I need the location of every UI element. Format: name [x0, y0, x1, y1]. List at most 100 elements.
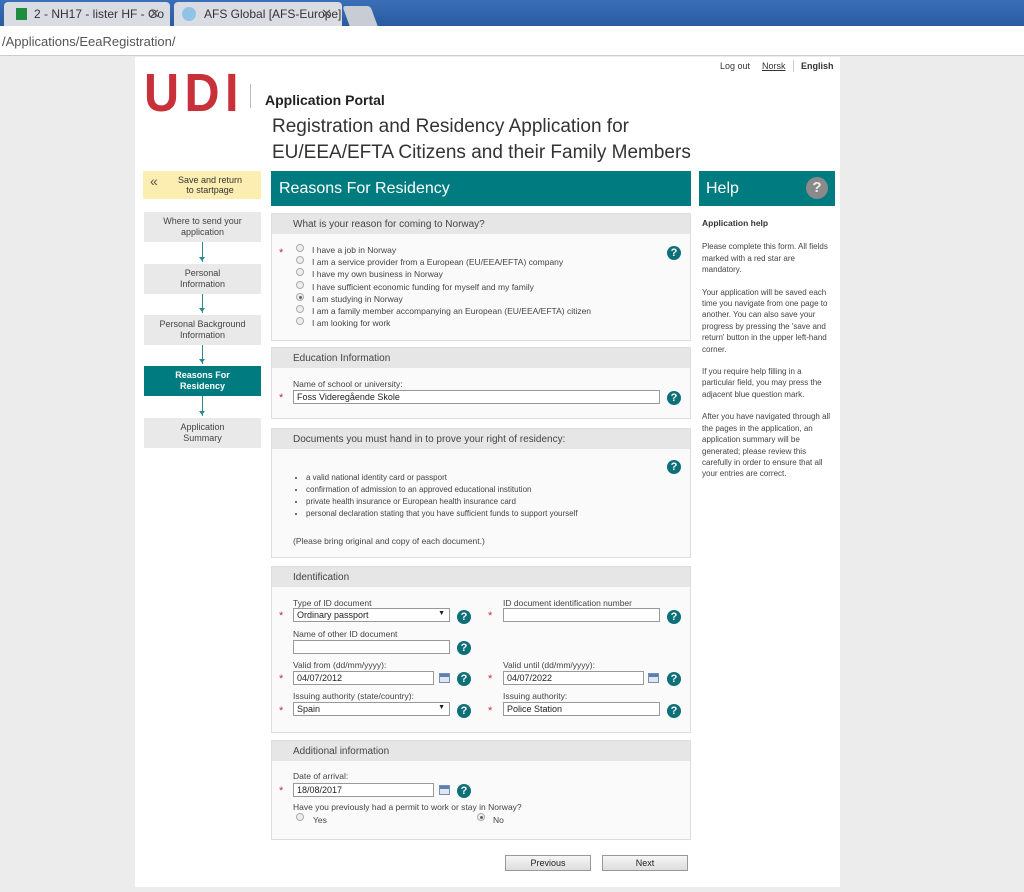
- other-id-input[interactable]: [293, 640, 450, 654]
- close-icon[interactable]: ✕: [149, 6, 160, 22]
- help-question-icon[interactable]: ?: [667, 246, 681, 260]
- arrow-down-icon: [199, 345, 205, 364]
- help-paragraph: Please complete this form. All fields ma…: [702, 242, 828, 275]
- no-radio[interactable]: [477, 813, 485, 821]
- title-line: EU/EEA/EFTA Citizens and their Family Me…: [272, 142, 691, 163]
- save-label: Save and return: [177, 175, 243, 185]
- help-question-icon[interactable]: ?: [667, 610, 681, 624]
- nav-step[interactable]: Personal Information: [144, 264, 261, 294]
- norsk-link[interactable]: Norsk: [762, 61, 786, 71]
- documents-section: Documents you must hand in to prove your…: [271, 428, 691, 558]
- browser-tab[interactable]: 2 - NH17 - lister HF - Go ✕: [4, 2, 170, 26]
- save-label: to startpage: [186, 185, 234, 195]
- field-label: Issuing authority (state/country):: [293, 691, 414, 701]
- id-number-input[interactable]: [503, 608, 660, 622]
- portal-title: Application Portal: [265, 92, 385, 108]
- identification-section: Identification Type of ID document * Ord…: [271, 566, 691, 733]
- issuing-authority-input[interactable]: Police Station: [503, 702, 660, 716]
- nav-step[interactable]: Reasons For Residency: [144, 366, 261, 396]
- help-paragraph: After you have navigated through all the…: [702, 412, 831, 479]
- section-heading: Identification: [272, 567, 690, 587]
- education-section: Education Information Name of school or …: [271, 347, 691, 419]
- logout-link[interactable]: Log out: [720, 61, 750, 71]
- save-and-return-button[interactable]: « Save and return to startpage: [143, 171, 261, 199]
- previous-button[interactable]: Previous: [505, 855, 591, 871]
- field-label: Date of arrival:: [293, 771, 349, 781]
- reason-label: I have sufficient economic funding for m…: [312, 281, 534, 292]
- valid-until-input[interactable]: 04/07/2022: [503, 671, 644, 685]
- help-question-icon[interactable]: ?: [457, 641, 471, 655]
- reason-radio[interactable]: [296, 256, 304, 265]
- id-type-select[interactable]: Ordinary passport: [293, 608, 450, 622]
- calendar-icon[interactable]: [439, 673, 450, 683]
- address-bar[interactable]: /Applications/EeaRegistration/: [0, 26, 1024, 56]
- field-label: Issuing authority:: [503, 691, 568, 701]
- valid-from-input[interactable]: 04/07/2012: [293, 671, 434, 685]
- help-question-icon[interactable]: ?: [667, 460, 681, 474]
- help-question-icon[interactable]: ?: [457, 610, 471, 624]
- browser-tab-bar: 2 - NH17 - lister HF - Go ✕ AFS Global [A…: [0, 0, 1024, 26]
- calendar-icon[interactable]: [439, 785, 450, 795]
- help-question-icon[interactable]: ?: [457, 704, 471, 718]
- yes-radio[interactable]: [296, 813, 304, 821]
- close-icon[interactable]: ✕: [321, 6, 332, 22]
- help-header: Help?: [699, 171, 835, 206]
- section-heading: Additional information: [272, 741, 690, 761]
- help-question-icon[interactable]: ?: [667, 391, 681, 405]
- field-label: Valid from (dd/mm/yyyy):: [293, 660, 387, 670]
- reason-label: I am a service provider from a European …: [312, 257, 564, 268]
- english-link[interactable]: English: [801, 61, 834, 71]
- required-star-icon: *: [488, 610, 493, 622]
- reason-label: I am a family member accompanying an Eur…: [312, 306, 592, 316]
- help-question-icon[interactable]: ?: [457, 784, 471, 798]
- reason-radio[interactable]: [296, 280, 304, 289]
- help-heading: Application help: [702, 218, 769, 228]
- reason-radio[interactable]: [296, 305, 304, 313]
- section-heading: Documents you must hand in to prove your…: [272, 429, 690, 449]
- arrow-down-icon: [199, 396, 205, 416]
- udi-logo[interactable]: UDI: [144, 62, 244, 124]
- nav-step[interactable]: Personal Background Information: [144, 315, 261, 345]
- new-tab-button[interactable]: [342, 6, 378, 26]
- browser-tab[interactable]: AFS Global [AFS-Europe] ✕: [174, 2, 342, 26]
- reason-radio[interactable]: [296, 317, 304, 326]
- page-title: Registration and Residency Application f…: [272, 114, 691, 166]
- globe-icon: [182, 7, 196, 21]
- question-icon[interactable]: ?: [806, 177, 828, 199]
- arrival-date-input[interactable]: 18/08/2017: [293, 783, 434, 797]
- required-star-icon: *: [488, 705, 493, 717]
- nav-step-label: Application: [180, 422, 225, 432]
- additional-section: Additional information Date of arrival: …: [271, 740, 691, 840]
- required-star-icon: *: [488, 673, 493, 685]
- divider: [793, 60, 794, 72]
- field-label: Valid until (dd/mm/yyyy):: [503, 660, 595, 670]
- nav-step-label: Information: [179, 279, 226, 289]
- reason-radio[interactable]: [296, 244, 304, 252]
- nav-step-label: application: [180, 227, 225, 237]
- reason-radio[interactable]: [296, 292, 304, 301]
- help-question-icon[interactable]: ?: [457, 672, 471, 686]
- nav-step[interactable]: Where to send your application: [144, 212, 261, 242]
- nav-step-label: Residency: [179, 381, 226, 391]
- help-title: Help: [706, 180, 739, 197]
- issuing-country-select[interactable]: Spain: [293, 702, 450, 716]
- help-question-icon[interactable]: ?: [667, 672, 681, 686]
- calendar-icon[interactable]: [648, 673, 659, 683]
- divider: [250, 84, 251, 108]
- nav-step-label: Information: [179, 330, 226, 340]
- nav-step[interactable]: Application Summary: [144, 418, 261, 448]
- tab-title: 2 - NH17 - lister HF - Go: [34, 7, 165, 21]
- permit-question: Have you previously had a permit to work…: [293, 802, 522, 812]
- sheets-icon: [16, 8, 27, 20]
- help-paragraph: Your application will be saved each time…: [702, 287, 828, 354]
- reason-radio[interactable]: [296, 268, 304, 277]
- reason-label: I am looking for work: [312, 318, 391, 329]
- title-line: Registration and Residency Application f…: [272, 116, 629, 137]
- required-star-icon: *: [279, 705, 284, 717]
- help-question-icon[interactable]: ?: [667, 704, 681, 718]
- reason-label: I have a job in Norway: [312, 245, 397, 255]
- school-input[interactable]: Foss Videregående Skole: [293, 390, 660, 404]
- nav-step-label: Summary: [183, 433, 222, 443]
- next-button[interactable]: Next: [602, 855, 688, 871]
- yes-label: Yes: [313, 815, 327, 825]
